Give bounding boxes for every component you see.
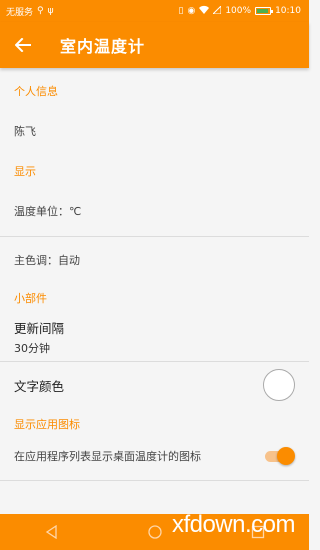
section-header-widget: 小部件 — [14, 292, 47, 305]
back-button[interactable] — [0, 22, 46, 68]
battery-icon — [255, 7, 274, 15]
usb-icon: ψ — [47, 6, 54, 16]
section-header-personal: 个人信息 — [14, 84, 58, 98]
name-value: 陈飞 — [14, 124, 36, 138]
show-icon-label: 在应用程序列表显示桌面温度计的图标 — [14, 450, 201, 463]
section-header-display: 显示 — [14, 165, 36, 178]
back-nav-icon[interactable] — [45, 525, 59, 539]
update-interval-setting[interactable]: 更新间隔 30分钟 — [0, 313, 309, 361]
page-title: 室内温度计 — [60, 37, 146, 56]
alarm-icon: ⚲ — [37, 6, 44, 16]
arrow-left-icon — [15, 38, 31, 52]
name-setting[interactable]: 陈飞 — [0, 113, 309, 148]
temperature-unit-setting[interactable]: 温度单位：℃ — [0, 186, 309, 236]
show-icon-toggle[interactable] — [263, 446, 295, 466]
theme-color-setting[interactable]: 主色调：自动 — [0, 237, 309, 283]
section-header-app-icon: 显示应用图标 — [14, 418, 80, 431]
battery-percent: 100% — [225, 6, 252, 16]
text-color-setting[interactable]: 文字颜色 — [0, 362, 309, 408]
status-left: 无服务 ⚲ ψ — [6, 5, 54, 18]
status-bar: 无服务 ⚲ ψ ▯ ◉ 100% 10:10 — [0, 0, 309, 22]
settings-list: 个人信息 陈飞 显示 温度单位：℃ 主色调：自动 小部件 更新间隔 30分钟 文… — [0, 68, 309, 481]
temperature-unit-label: 温度单位：℃ — [14, 205, 82, 218]
color-swatch[interactable] — [263, 369, 295, 401]
eye-icon: ◉ — [187, 6, 196, 16]
watermark: xfdown.com — [171, 511, 296, 538]
carrier-text: 无服务 — [6, 7, 34, 18]
wifi-icon — [199, 5, 210, 17]
text-color-title: 文字颜色 — [14, 378, 65, 394]
signal-icon — [212, 4, 222, 17]
update-interval-title: 更新间隔 — [14, 321, 65, 336]
vibrate-icon: ▯ — [178, 6, 184, 16]
toggle-thumb — [277, 447, 295, 465]
home-nav-icon[interactable] — [147, 525, 162, 539]
show-icon-setting[interactable]: 在应用程序列表显示桌面温度计的图标 — [0, 440, 309, 472]
app-bar: 室内温度计 — [0, 22, 309, 68]
divider — [0, 480, 309, 481]
update-interval-value: 30分钟 — [14, 342, 50, 355]
clock: 10:10 — [275, 6, 301, 16]
theme-color-label: 主色调：自动 — [14, 254, 80, 267]
status-right: ▯ ◉ 100% 10:10 — [178, 4, 301, 17]
